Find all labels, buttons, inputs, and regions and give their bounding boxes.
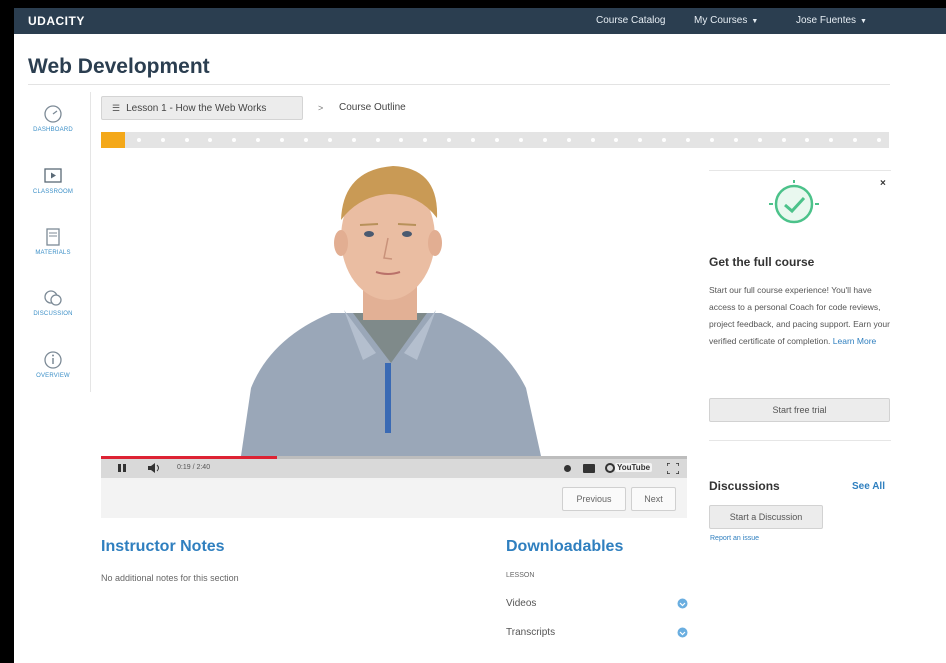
promo-divider	[709, 170, 891, 171]
progress-current-segment[interactable]	[101, 132, 125, 148]
caret-down-icon: ▼	[860, 18, 867, 25]
progress-segment-dot[interactable]	[137, 138, 141, 142]
previous-button[interactable]: Previous	[562, 487, 626, 511]
progress-segment-dot[interactable]	[567, 138, 571, 142]
discussion-icon	[44, 290, 62, 306]
video-player[interactable]	[101, 148, 687, 456]
sidebar-item-discussion[interactable]: DISCUSSION	[24, 288, 82, 317]
progress-segment-dot[interactable]	[877, 138, 881, 142]
progress-segment-dot[interactable]	[208, 138, 212, 142]
progress-segment-dot[interactable]	[734, 138, 738, 142]
close-promo-button[interactable]: ×	[880, 178, 886, 189]
progress-segment-dot[interactable]	[423, 138, 427, 142]
progress-segment-dot[interactable]	[758, 138, 762, 142]
browser-viewport: UDACITY Course Catalog My Courses ▼ Jose …	[14, 8, 946, 663]
panel-divider	[709, 440, 891, 441]
breadcrumb-separator: >	[318, 103, 324, 113]
materials-icon	[46, 228, 60, 246]
progress-segment-dot[interactable]	[829, 138, 833, 142]
instructor-notes-text: No additional notes for this section	[101, 573, 239, 583]
captions-icon[interactable]	[583, 464, 595, 473]
progress-segment-dot[interactable]	[495, 138, 499, 142]
youtube-logo[interactable]: YouTube	[615, 463, 653, 472]
progress-segment-dot[interactable]	[638, 138, 642, 142]
caret-down-icon: ▼	[751, 18, 759, 25]
progress-segment-dot[interactable]	[782, 138, 786, 142]
settings-gear-icon[interactable]	[563, 464, 572, 473]
progress-segment-dot[interactable]	[399, 138, 403, 142]
lesson-progress-bar[interactable]	[101, 132, 889, 148]
see-all-discussions-link[interactable]: See All	[852, 481, 885, 492]
page-title: Web Development	[28, 55, 210, 78]
quality-icon[interactable]	[605, 463, 615, 473]
progress-segment-dot[interactable]	[662, 138, 666, 142]
promo-description: Start our full course experience! You'll…	[709, 285, 890, 346]
video-time: 0:19 / 2:40	[177, 464, 211, 471]
report-issue-link[interactable]: Report an issue	[710, 535, 759, 542]
start-discussion-button[interactable]: Start a Discussion	[709, 505, 823, 529]
progress-segment-dot[interactable]	[185, 138, 189, 142]
top-navigation: UDACITY Course Catalog My Courses ▼ Jose …	[14, 8, 946, 34]
progress-segment-dot[interactable]	[352, 138, 356, 142]
download-videos[interactable]: Videos	[506, 598, 688, 609]
progress-segment-dot[interactable]	[256, 138, 260, 142]
learn-more-link[interactable]: Learn More	[833, 336, 876, 346]
instructor-video-frame	[241, 166, 541, 456]
sidebar-item-materials[interactable]: MATERIALS	[24, 227, 82, 256]
start-free-trial-button[interactable]: Start free trial	[709, 398, 890, 422]
download-icon[interactable]	[677, 627, 688, 638]
progress-segment-dot[interactable]	[232, 138, 236, 142]
video-played-bar[interactable]	[101, 456, 277, 459]
sidebar-item-dashboard[interactable]: DASHBOARD	[24, 104, 82, 133]
progress-segment-dot[interactable]	[614, 138, 618, 142]
title-divider	[28, 84, 890, 85]
certificate-check-icon	[769, 180, 819, 224]
progress-segment-dot[interactable]	[447, 138, 451, 142]
pause-icon[interactable]	[117, 463, 127, 473]
progress-segment-dot[interactable]	[805, 138, 809, 142]
downloadables-title: Downloadables	[506, 538, 624, 555]
progress-segment-dot[interactable]	[471, 138, 475, 142]
nav-course-catalog[interactable]: Course Catalog	[596, 15, 665, 26]
progress-segment-dot[interactable]	[853, 138, 857, 142]
nav-my-courses[interactable]: My Courses ▼	[694, 15, 758, 26]
discussions-title: Discussions	[709, 479, 780, 493]
progress-segment-dot[interactable]	[304, 138, 308, 142]
download-transcripts[interactable]: Transcripts	[506, 627, 688, 638]
progress-segment-dot[interactable]	[328, 138, 332, 142]
progress-segment-dot[interactable]	[161, 138, 165, 142]
sidebar-item-classroom[interactable]: CLASSROOM	[24, 166, 82, 195]
lesson-menu-button[interactable]: ☰ Lesson 1 - How the Web Works	[101, 96, 303, 120]
progress-segment-dot[interactable]	[519, 138, 523, 142]
next-button[interactable]: Next	[631, 487, 676, 511]
udacity-logo[interactable]: UDACITY	[28, 14, 85, 28]
fullscreen-icon[interactable]	[667, 463, 679, 474]
progress-segment-dot[interactable]	[591, 138, 595, 142]
sidebar: DASHBOARD CLASSROOM MATERIALS DISCUSSION…	[24, 92, 91, 392]
progress-segment-dot[interactable]	[710, 138, 714, 142]
instructor-notes-title: Instructor Notes	[101, 538, 225, 555]
volume-icon[interactable]	[147, 463, 161, 473]
overview-icon	[44, 351, 62, 369]
dashboard-icon	[44, 105, 62, 123]
lesson-nav-bar: Previous Next	[101, 478, 687, 518]
progress-segment-dot[interactable]	[686, 138, 690, 142]
list-menu-icon: ☰	[112, 103, 121, 113]
nav-user-menu[interactable]: Jose Fuentes ▼	[796, 15, 867, 26]
progress-segment-dot[interactable]	[543, 138, 547, 142]
downloadables-section-label: LESSON	[506, 572, 535, 579]
download-icon[interactable]	[677, 598, 688, 609]
promo-title: Get the full course	[709, 255, 815, 269]
breadcrumb-course-outline[interactable]: Course Outline	[339, 102, 406, 113]
video-controls: 0:19 / 2:40 YouTube	[101, 456, 687, 478]
progress-segment-dot[interactable]	[376, 138, 380, 142]
classroom-icon	[44, 168, 62, 183]
progress-segment-dot[interactable]	[280, 138, 284, 142]
sidebar-item-overview[interactable]: OVERVIEW	[24, 350, 82, 379]
